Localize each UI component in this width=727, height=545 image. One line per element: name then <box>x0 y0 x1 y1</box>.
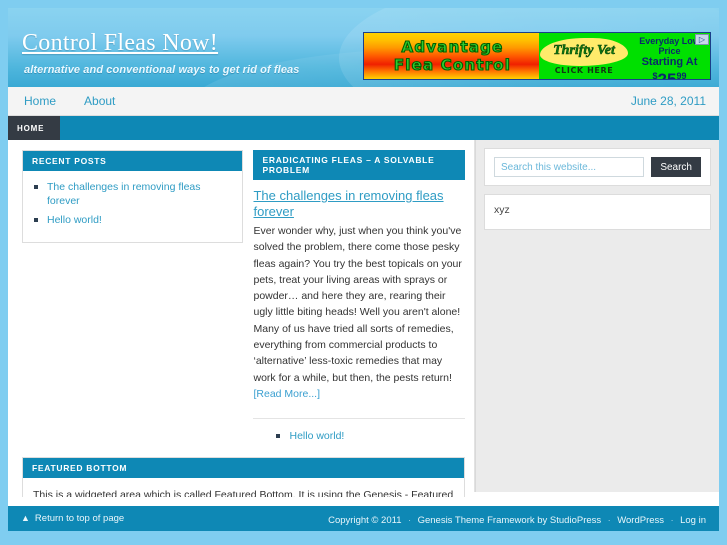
text-widget-content: xyz <box>494 204 510 216</box>
ad-price-dollars: 25 <box>657 70 677 80</box>
site-description: alternative and conventional ways to get… <box>24 64 300 76</box>
breadcrumb-bar: HOME <box>8 116 719 140</box>
page-background: Control Fleas Now! alternative and conve… <box>0 0 727 545</box>
content-column-left: RECENT POSTS The challenges in removing … <box>22 150 244 453</box>
footer-separator: · <box>670 514 674 526</box>
footer-copyright: Copyright © 2011 <box>328 514 402 526</box>
recent-posts-title: RECENT POSTS <box>23 151 243 171</box>
nav-link-home[interactable]: Home <box>8 87 70 115</box>
search-button[interactable]: Search <box>651 157 701 177</box>
search-form: Search <box>494 157 701 177</box>
ad-click-here-label[interactable]: CLICK HERE <box>539 66 629 75</box>
search-input[interactable] <box>494 157 645 177</box>
ad-brand-panel: Thrifty Vet CLICK HERE <box>539 33 629 79</box>
nav-list: Home About <box>8 87 719 115</box>
list-item[interactable]: The challenges in removing fleas forever <box>33 180 232 208</box>
featured-post-title-link[interactable]: The challenges in removing fleas forever <box>253 188 465 220</box>
featured-post-excerpt-text: Ever wonder why, just when you think you… <box>253 225 462 384</box>
nav-item-home[interactable]: Home <box>8 87 70 115</box>
footer-separator: · <box>607 514 611 526</box>
featured-bottom-title: FEATURED BOTTOM <box>23 458 464 479</box>
text-widget: xyz <box>484 194 711 230</box>
recent-post-link[interactable]: Hello world! <box>47 214 102 226</box>
read-more-link[interactable]: [Read More...] <box>253 388 320 400</box>
primary-sidebar: Search xyz <box>475 140 719 492</box>
footer-wordpress-link[interactable]: WordPress <box>617 515 664 526</box>
adchoices-triangle-icon[interactable]: ▷ <box>695 34 709 45</box>
nav-link-about[interactable]: About <box>70 87 129 115</box>
featured-list-link[interactable]: Hello world! <box>289 430 344 442</box>
ad-starting-at-label: Starting At <box>641 56 698 68</box>
footer-spacer <box>8 497 719 506</box>
ad-product-line-1: Advantage <box>401 37 504 56</box>
site-title[interactable]: Control Fleas Now! <box>22 30 218 57</box>
recent-posts-widget: RECENT POSTS The challenges in removing … <box>22 150 244 243</box>
list-item[interactable]: Hello world! <box>33 213 232 227</box>
main-content: RECENT POSTS The challenges in removing … <box>8 140 475 531</box>
recent-posts-body: The challenges in removing fleas forever… <box>23 171 242 242</box>
search-widget: Search <box>484 148 711 186</box>
footer-separator: · <box>407 514 412 526</box>
footer-credits: Copyright © 2011 · Genesis Theme Framewo… <box>328 510 706 528</box>
list-item[interactable]: Hello world! <box>275 429 465 443</box>
featured-post-excerpt: Ever wonder why, just when you think you… <box>253 223 465 402</box>
content-columns: RECENT POSTS The challenges in removing … <box>22 150 465 453</box>
featured-post-widget-title: ERADICATING FLEAS – A SOLVABLE PROBLEM <box>253 150 465 180</box>
current-date: June 28, 2011 <box>630 94 706 108</box>
featured-post-widget: ERADICATING FLEAS – A SOLVABLE PROBLEM T… <box>253 150 465 443</box>
breadcrumb-current-page[interactable]: HOME <box>8 116 60 140</box>
content-column-right: ERADICATING FLEAS – A SOLVABLE PROBLEM T… <box>253 150 465 453</box>
ad-price-panel: Everyday Low Price Starting At $2599 ▷ <box>629 33 710 79</box>
ad-brand-name: Thrifty Vet <box>553 43 615 59</box>
content-sidebar-wrapper: RECENT POSTS The challenges in removing … <box>8 140 719 531</box>
recent-post-link[interactable]: The challenges in removing fleas forever <box>47 181 201 207</box>
featured-post-list: Hello world! <box>253 429 465 443</box>
banner-advertisement[interactable]: Advantage Flea Control Thrifty Vet CLICK… <box>363 32 711 80</box>
site-footer: ▲ Return to top of page Copyright © 2011… <box>8 506 719 531</box>
nav-item-about[interactable]: About <box>70 87 129 115</box>
site-header: Control Fleas Now! alternative and conve… <box>8 8 719 87</box>
primary-navigation: Home About June 28, 2011 <box>8 87 719 116</box>
ad-price-cents: 99 <box>676 71 687 80</box>
recent-posts-list: The challenges in removing fleas forever… <box>33 180 232 227</box>
ad-gradient-panel: Advantage Flea Control <box>364 33 539 79</box>
site-container: Control Fleas Now! alternative and conve… <box>8 8 719 531</box>
footer-login-link[interactable]: Log in <box>680 515 706 526</box>
ad-product-line-2: Flea Control <box>393 55 512 74</box>
content-divider <box>253 418 465 420</box>
back-to-top-link[interactable]: ▲ Return to top of page <box>21 513 124 524</box>
back-to-top-label: Return to top of page <box>34 513 125 524</box>
ad-product-name: Advantage Flea Control <box>370 37 535 74</box>
footer-theme-credit-link[interactable]: Genesis Theme Framework by StudioPress <box>418 515 602 526</box>
ad-price-value: $2599 <box>629 68 710 80</box>
chevron-up-icon: ▲ <box>21 513 30 523</box>
